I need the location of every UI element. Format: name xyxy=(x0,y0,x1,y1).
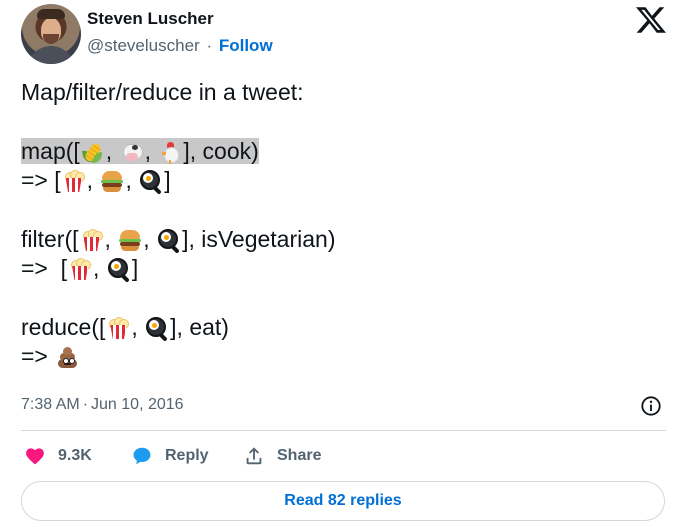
author-handle[interactable]: @steveluscher xyxy=(87,36,200,55)
avatar-hat xyxy=(37,9,65,19)
x-logo-icon[interactable] xyxy=(636,5,666,35)
reduce-line: reduce([, ], eat) xyxy=(21,313,651,342)
author-name[interactable]: Steven Luscher xyxy=(87,9,214,29)
cow-icon xyxy=(119,140,144,164)
popcorn-icon xyxy=(68,257,92,281)
avatar[interactable] xyxy=(21,4,81,64)
pile-of-poo-icon xyxy=(55,345,79,369)
popcorn-icon xyxy=(106,316,130,340)
map-open: map([ xyxy=(21,138,80,164)
filter-open: filter([ xyxy=(21,226,79,252)
map-expression: map([, , ], cook) xyxy=(21,138,259,164)
reduce-close: ], eat) xyxy=(170,314,229,340)
popcorn-icon xyxy=(80,228,104,252)
reduce-sep1: , xyxy=(131,314,138,340)
reduce-arrow: => xyxy=(21,343,48,369)
timestamp-separator: · xyxy=(82,396,89,413)
filter-sep2: , xyxy=(143,226,150,252)
avatar-shoulders xyxy=(27,46,75,64)
share-label: Share xyxy=(277,447,322,464)
map-out-sep2: , xyxy=(125,167,132,193)
map-result-line: => [, , ] xyxy=(21,166,651,195)
heart-icon xyxy=(26,448,44,465)
fried-egg-icon xyxy=(107,257,131,283)
tweet-intro: Map/filter/reduce in a tweet: xyxy=(21,79,304,105)
map-out-sep1: , xyxy=(86,167,94,193)
handle-separator: · xyxy=(206,36,213,55)
map-arrow: => [ xyxy=(21,167,61,193)
tweet-text: Map/filter/reduce in a tweet: map([, , ]… xyxy=(21,78,651,371)
hamburger-icon xyxy=(100,169,124,193)
filter-sep1: , xyxy=(104,226,111,252)
reply-button[interactable]: Reply xyxy=(131,444,209,468)
tweet-timestamp[interactable]: 7:38 AM · Jun 10, 2016 xyxy=(21,396,184,414)
share-button[interactable]: Share xyxy=(243,444,321,468)
map-close: ], cook) xyxy=(183,138,259,164)
fried-egg-icon xyxy=(139,169,163,195)
chicken-icon xyxy=(158,140,182,164)
fried-egg-icon xyxy=(157,228,181,254)
map-sep2: , xyxy=(144,138,151,164)
reduce-result-line: => xyxy=(21,342,651,371)
follow-button[interactable]: Follow xyxy=(219,36,273,55)
filter-result-line: => [, ] xyxy=(21,254,651,283)
map-sep1: , xyxy=(105,138,113,164)
filter-close: ], isVegetarian) xyxy=(182,226,336,252)
share-icon xyxy=(246,447,262,465)
divider xyxy=(21,430,666,431)
avatar-beard xyxy=(43,34,59,44)
corn-icon xyxy=(81,140,105,164)
like-count: 9.3K xyxy=(58,447,92,464)
author-handle-line: @steveluscher · Follow xyxy=(87,36,273,56)
hamburger-icon xyxy=(118,228,142,252)
filter-arrow: => [ xyxy=(21,255,68,281)
map-line: map([, , ], cook) xyxy=(21,137,651,166)
info-icon[interactable] xyxy=(640,395,662,417)
reply-bubble-icon xyxy=(133,447,151,465)
filter-out-sep1: , xyxy=(93,255,100,281)
like-button[interactable]: 9.3K xyxy=(24,444,92,468)
tweet-time: 7:38 AM xyxy=(21,396,80,413)
filter-out-close: ] xyxy=(131,255,139,281)
map-out-close: ] xyxy=(164,167,171,193)
filter-line: filter([, , ], isVegetarian) xyxy=(21,225,651,254)
tweet-date: Jun 10, 2016 xyxy=(91,396,184,413)
reduce-open: reduce([ xyxy=(21,314,106,340)
fried-egg-icon xyxy=(145,316,169,342)
read-replies-button[interactable]: Read 82 replies xyxy=(21,481,665,521)
tweet-card: Steven Luscher @steveluscher · Follow Ma… xyxy=(0,0,678,527)
reply-label: Reply xyxy=(165,447,209,464)
popcorn-icon xyxy=(62,169,86,193)
